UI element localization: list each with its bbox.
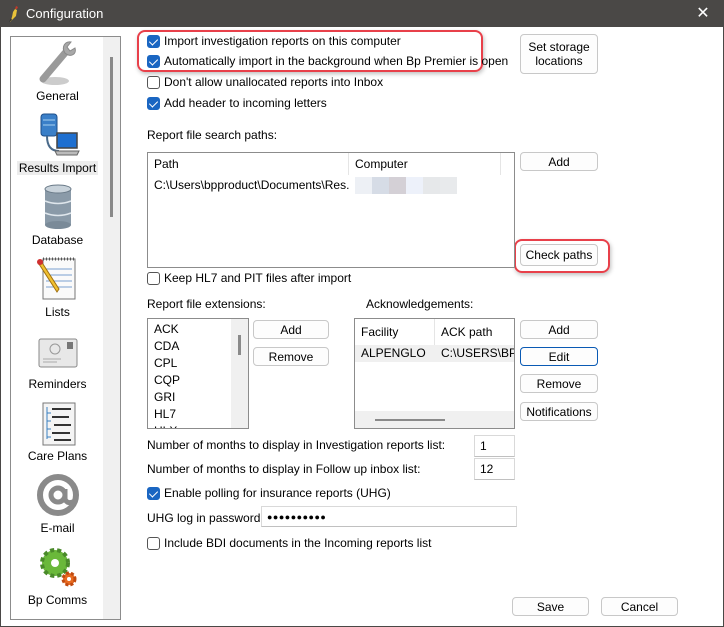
checkbox-unchecked-icon: [147, 75, 160, 89]
column-header-facility[interactable]: Facility: [355, 319, 435, 345]
tree-document-icon: [42, 402, 75, 446]
sidebar-item-results-import[interactable]: Results Import: [11, 111, 104, 175]
uhg-password-label: UHG log in password:: [147, 511, 264, 525]
sidebar-item-label: Database: [31, 233, 84, 247]
checkbox-checked-icon: [147, 34, 160, 48]
sidebar-scrollbar[interactable]: [103, 37, 120, 619]
search-paths-list[interactable]: Path Computer C:\Users\bpproduct\Documen…: [147, 152, 515, 268]
investigation-months-label: Number of months to display in Investiga…: [147, 438, 446, 452]
sidebar-item-care-plans[interactable]: Care Plans: [11, 399, 104, 463]
gears-icon: [39, 548, 76, 587]
database-icon: [44, 184, 71, 229]
acknowledgements-hscroll-thumb[interactable]: [375, 419, 445, 421]
extensions-list[interactable]: ACK CDA CPL CQP GRI HL7 HLX: [147, 318, 249, 429]
auto-import-background-checkbox[interactable]: Automatically import in the background w…: [147, 54, 508, 68]
window-title: Configuration: [26, 6, 104, 21]
sidebar-item-label: Care Plans: [27, 449, 88, 463]
server-computer-icon: [40, 113, 80, 156]
sidebar-item-database[interactable]: Database: [11, 183, 104, 247]
followup-months-label: Number of months to display in Follow up…: [147, 462, 421, 476]
at-sign-icon: [36, 474, 79, 516]
uhg-password-input[interactable]: ●●●●●●●●●●: [261, 506, 517, 527]
notifications-button[interactable]: Notifications: [520, 402, 598, 421]
category-sidebar: General Results Import Database Lists Re…: [10, 36, 121, 620]
bird-app-icon: [9, 6, 18, 22]
extensions-scroll-thumb[interactable]: [238, 335, 241, 355]
sidebar-item-general[interactable]: General: [11, 39, 104, 103]
cancel-button[interactable]: Cancel: [601, 597, 678, 616]
sidebar-item-label: Bp Comms: [27, 593, 88, 607]
list-item[interactable]: HLX: [154, 424, 177, 428]
path-cell: C:\Users\bpproduct\Documents\Res...: [154, 178, 349, 192]
list-item[interactable]: HL7: [154, 407, 176, 421]
list-item[interactable]: CQP: [154, 373, 180, 387]
facility-cell: ALPENGLO: [361, 346, 426, 360]
add-extension-button[interactable]: Add: [253, 320, 329, 339]
sidebar-item-bp-comms[interactable]: Bp Comms: [11, 543, 104, 607]
acknowledgements-list[interactable]: Facility ACK path ALPENGLO C:\USERS\BP: [354, 318, 515, 429]
wrench-icon: [39, 41, 76, 85]
sidebar-item-label: E-mail: [40, 521, 75, 535]
notepad-pencil-icon: [36, 257, 75, 300]
close-button[interactable]: ✕: [683, 1, 723, 27]
sidebar-item-label: Lists: [45, 305, 70, 319]
extensions-label: Report file extensions:: [147, 297, 266, 311]
list-item[interactable]: GRI: [154, 390, 175, 404]
column-header-path[interactable]: Path: [148, 153, 349, 175]
checkbox-unchecked-icon: [147, 271, 160, 285]
investigation-months-input[interactable]: 1: [474, 435, 515, 457]
acknowledgements-header: Facility ACK path: [355, 319, 514, 345]
envelope-icon: [38, 338, 77, 368]
checkbox-unchecked-icon: [147, 536, 160, 550]
sidebar-item-label: Results Import: [16, 161, 99, 175]
column-header-computer[interactable]: Computer: [349, 153, 501, 175]
configuration-window: Configuration ✕ General Results Import D…: [0, 0, 724, 627]
sidebar-scroll-thumb[interactable]: [110, 57, 113, 217]
keep-hl7-checkbox[interactable]: Keep HL7 and PIT files after import: [147, 271, 351, 285]
set-storage-locations-button[interactable]: Set storage locations: [520, 34, 598, 74]
import-on-computer-checkbox[interactable]: Import investigation reports on this com…: [147, 34, 401, 48]
include-bdi-checkbox[interactable]: Include BDI documents in the Incoming re…: [147, 536, 431, 550]
sidebar-item-label: General: [36, 89, 79, 103]
ack-path-cell: C:\USERS\BP: [441, 346, 515, 360]
remove-extension-button[interactable]: Remove: [253, 347, 329, 366]
sidebar-item-email[interactable]: E-mail: [11, 471, 104, 535]
enable-polling-checkbox[interactable]: Enable polling for insurance reports (UH…: [147, 486, 391, 500]
list-item[interactable]: CDA: [154, 339, 179, 353]
list-item[interactable]: CPL: [154, 356, 177, 370]
edit-acknowledgement-button[interactable]: Edit: [520, 347, 598, 366]
no-unallocated-checkbox[interactable]: Don't allow unallocated reports into Inb…: [147, 75, 383, 89]
table-row[interactable]: C:\Users\bpproduct\Documents\Res...: [148, 177, 501, 194]
acknowledgements-hscrollbar[interactable]: [355, 411, 514, 428]
checkbox-checked-icon: [147, 96, 160, 110]
close-icon: ✕: [696, 5, 710, 22]
list-item[interactable]: ACK: [154, 322, 179, 336]
sidebar-item-lists[interactable]: Lists: [11, 255, 104, 319]
search-paths-header: Path Computer: [148, 153, 501, 175]
extensions-scrollbar[interactable]: [231, 319, 248, 428]
acknowledgements-label: Acknowledgements:: [366, 297, 474, 311]
check-paths-button[interactable]: Check paths: [520, 244, 598, 266]
title-bar: Configuration ✕: [1, 1, 723, 27]
followup-months-input[interactable]: 12: [474, 458, 515, 480]
column-header-ack-path[interactable]: ACK path: [435, 319, 514, 345]
sidebar-item-reminders[interactable]: Reminders: [11, 327, 104, 391]
search-paths-label: Report file search paths:: [147, 128, 278, 142]
add-header-checkbox[interactable]: Add header to incoming letters: [147, 96, 327, 110]
checkbox-checked-icon: [147, 486, 160, 500]
add-search-path-button[interactable]: Add: [520, 152, 598, 171]
remove-acknowledgement-button[interactable]: Remove: [520, 374, 598, 393]
add-acknowledgement-button[interactable]: Add: [520, 320, 598, 339]
computer-cell-redacted: [349, 177, 501, 194]
sidebar-item-label: Reminders: [28, 377, 87, 391]
checkbox-checked-icon: [147, 54, 160, 68]
table-row[interactable]: ALPENGLO C:\USERS\BP: [355, 345, 515, 362]
save-button[interactable]: Save: [512, 597, 589, 616]
